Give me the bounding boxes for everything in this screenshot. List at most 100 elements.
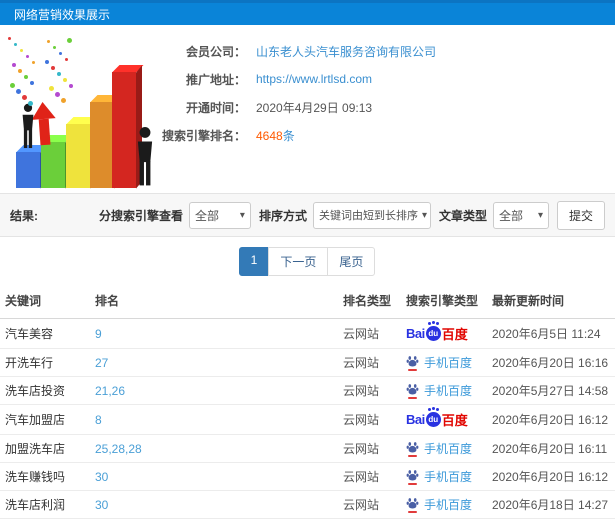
rank-link[interactable]: 21,26 <box>95 384 125 398</box>
table-row: 洗车店利润 30 云网站 手机百度 2020年6月18日 14:27 <box>0 490 615 519</box>
confetti-dot <box>30 81 34 85</box>
businessman-icon-right <box>137 127 153 186</box>
engine-cell: 手机百度 <box>401 348 487 377</box>
results-table: 关键词 排名 排名类型 搜索引擎类型 最新更新时间 汽车美容 9 云网站 Bai du 百… <box>0 282 615 520</box>
confetti-dot <box>61 98 66 103</box>
confetti-dot <box>28 101 33 106</box>
chevron-down-icon: ▾ <box>239 209 245 221</box>
confetti-dot <box>26 55 29 58</box>
table-row: 汽车加盟店 8 云网站 Bai du 百度 2020年6月20日 16:12 <box>0 404 615 435</box>
sort-filter-label: 排序方式 <box>258 208 307 223</box>
info-row-rank-count: 搜索引擎排名： 4648条 <box>150 121 615 149</box>
next-page-button[interactable]: 下一页 <box>268 247 329 276</box>
rank-link[interactable]: 25,28,28 <box>95 442 142 456</box>
baidu-paw-icon: du <box>425 408 441 427</box>
member-info: 会员公司： 山东老人头汽车服务咨询有限公司 推广地址： https://www.… <box>150 25 615 149</box>
rank-type-cell: 云网站 <box>338 462 401 491</box>
updated-cell: 2020年5月27日 14:58 <box>487 376 615 405</box>
sort-select[interactable]: 关键词由短到长排序 ▾ <box>312 201 431 229</box>
chart-bar <box>16 145 48 189</box>
baidu-logo[interactable]: Bai du 百度 <box>406 322 468 343</box>
keyword-cell: 洗车赚钱吗 <box>0 462 90 491</box>
businessman-icon-left <box>22 103 34 149</box>
confetti-dot <box>24 75 28 79</box>
confetti-dot <box>55 92 60 97</box>
article-type-select-value: 全部 <box>498 208 523 223</box>
confetti-dot <box>59 52 62 55</box>
confetti-dot <box>53 46 56 49</box>
rank-count-value: 4648 <box>256 128 283 143</box>
rank-link[interactable]: 27 <box>95 356 108 370</box>
rank-count-unit: 条 <box>282 128 295 143</box>
rank-link[interactable]: 30 <box>95 498 108 512</box>
rank-link[interactable]: 30 <box>95 470 108 484</box>
submit-button[interactable]: 提交 <box>556 200 605 230</box>
engine-select[interactable]: 全部 ▾ <box>188 201 251 229</box>
engine-cell: Baidu百度 <box>401 404 487 435</box>
mobile-baidu-link[interactable]: 手机百度 <box>406 468 472 485</box>
chevron-down-icon: ▾ <box>537 209 543 221</box>
rank-type-cell: 云网站 <box>338 376 401 405</box>
keyword-cell: 开洗车行 <box>0 348 90 377</box>
confetti-dot <box>49 86 54 91</box>
confetti-dot <box>14 43 17 46</box>
confetti-dot <box>51 66 55 70</box>
rank-type-cell: 云网站 <box>338 348 401 377</box>
col-header-rank: 排名 <box>90 282 338 319</box>
rank-type-cell: 云网站 <box>338 318 401 349</box>
confetti-dot <box>12 63 16 67</box>
baidu-logo[interactable]: Bai du 百度 <box>406 408 468 429</box>
table-row: 洗车店投资 21,26 云网站 手机百度 2020年5月27日 14:58 <box>0 376 615 405</box>
mobile-baidu-paw-icon <box>406 383 419 399</box>
rank-link[interactable]: 8 <box>95 413 102 427</box>
mobile-baidu-link[interactable]: 手机百度 <box>406 440 472 457</box>
chart-bar <box>41 135 73 189</box>
table-row: 加盟洗车店 25,28,28 云网站 手机百度 2020年6月20日 16:11 <box>0 434 615 463</box>
updated-cell: 2020年6月20日 16:12 <box>487 404 615 435</box>
confetti-dot <box>16 89 21 94</box>
mobile-baidu-link[interactable]: 手机百度 <box>406 382 472 399</box>
info-row-url: 推广地址： https://www.lrtlsd.com <box>150 65 615 93</box>
mobile-baidu-paw-icon <box>406 497 419 513</box>
keyword-cell: 汽车加盟店 <box>0 404 90 435</box>
rank-type-cell: 云网站 <box>338 490 401 519</box>
confetti-dot <box>32 61 35 64</box>
mobile-baidu-link[interactable]: 手机百度 <box>406 354 472 371</box>
keyword-cell: 加盟洗车店 <box>0 434 90 463</box>
mobile-baidu-link[interactable]: 手机百度 <box>406 496 472 513</box>
updated-cell: 2020年6月18日 14:27 <box>487 490 615 519</box>
rank-cell: 27 <box>90 348 338 377</box>
article-type-select[interactable]: 全部 ▾ <box>492 201 549 229</box>
confetti-dot <box>8 37 11 40</box>
rank-cell: 25,28,28 <box>90 434 338 463</box>
engine-cell: 手机百度 <box>401 376 487 405</box>
results-table-body: 汽车美容 9 云网站 Bai du 百度 2020年6月5日 11:24 开洗车行 27 云网站手… <box>0 318 615 520</box>
confetti-dot <box>47 40 50 43</box>
company-link[interactable]: 山东老人头汽车服务咨询有限公司 <box>256 45 436 59</box>
info-section: 会员公司： 山东老人头汽车服务咨询有限公司 推广地址： https://www.… <box>0 25 615 193</box>
promo-url-link[interactable]: https://www.lrtlsd.com <box>256 72 372 86</box>
article-type-label: 文章类型 <box>438 208 487 223</box>
info-row-company: 会员公司： 山东老人头汽车服务咨询有限公司 <box>150 37 615 65</box>
rank-cell: 9 <box>90 318 338 349</box>
confetti-dot <box>57 72 61 76</box>
updated-cell: 2020年6月20日 16:16 <box>487 348 615 377</box>
rank-link[interactable]: 9 <box>95 327 102 341</box>
engine-cell: 手机百度 <box>401 462 487 491</box>
filter-bar: 结果: 分搜索引擎查看 全部 ▾ 排序方式 关键词由短到长排序 ▾ 文章类型 全… <box>0 193 615 237</box>
keyword-cell: 洗车店利润 <box>0 490 90 519</box>
confetti-dot <box>67 38 72 43</box>
sort-select-value: 关键词由短到长排序 <box>318 210 418 222</box>
col-header-keyword: 关键词 <box>0 282 90 319</box>
chart-bar <box>90 95 122 189</box>
rank-type-cell: 云网站 <box>338 434 401 463</box>
baidu-paw-icon: du <box>425 322 441 341</box>
col-header-ranktype: 排名类型 <box>338 282 401 319</box>
confetti-dot <box>63 78 67 82</box>
rank-cell: 21,26 <box>90 376 338 405</box>
page-title: 网络营销效果展示 <box>14 7 111 22</box>
last-page-button[interactable]: 尾页 <box>327 247 376 276</box>
col-header-updated: 最新更新时间 <box>487 282 615 319</box>
page-1-button[interactable]: 1 <box>238 247 270 276</box>
growth-chart-illustration <box>2 31 180 191</box>
